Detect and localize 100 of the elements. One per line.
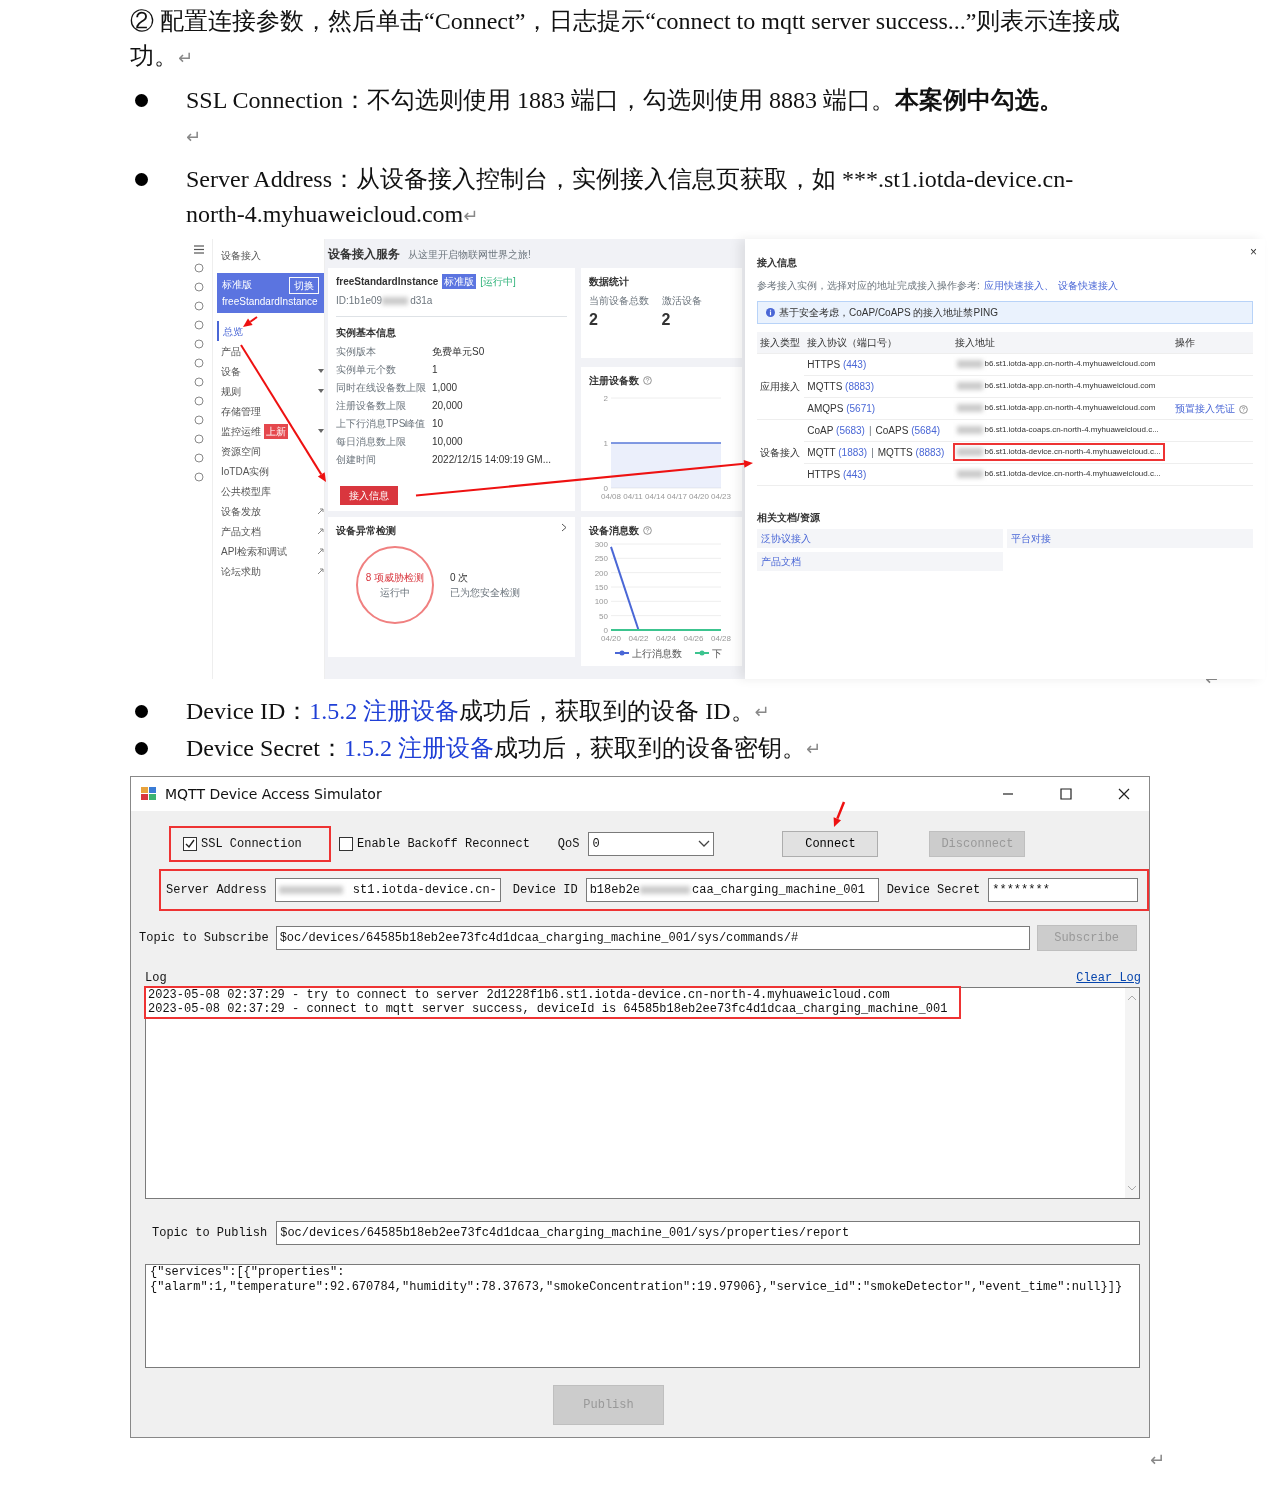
doc-link[interactable]: 产品文档 xyxy=(757,552,1003,571)
field-label: Server Address xyxy=(166,882,267,899)
field-value: 20,000 xyxy=(432,399,463,413)
sidebar-item[interactable]: IoTDA实例 xyxy=(217,461,324,481)
sidebar-item[interactable]: 规则 xyxy=(217,381,324,401)
sidebar-item[interactable]: 设备发放 xyxy=(217,501,324,521)
hint-link[interactable]: 设备快速接入 xyxy=(1057,278,1118,293)
redacted-block xyxy=(956,360,983,368)
axis-tick-label: 0 xyxy=(603,626,608,635)
instance-name: freeStandardInstance xyxy=(336,275,439,289)
field-label: Topic to Subscribe xyxy=(139,930,269,947)
nav-icon[interactable] xyxy=(193,415,204,425)
nav-icon[interactable] xyxy=(193,377,204,387)
table-cell: 设备接入 xyxy=(757,419,805,486)
axis-tick-label: 04/24 xyxy=(656,634,676,643)
new-badge: 上新 xyxy=(264,423,288,439)
id-text: d31a xyxy=(410,294,433,308)
legend-label: 上行消息数 xyxy=(632,648,682,659)
axis-tick-label: 04/17 xyxy=(667,492,687,501)
caret-icon xyxy=(318,369,324,373)
column-header: 操作 xyxy=(1171,332,1253,354)
nav-icon[interactable] xyxy=(193,472,204,482)
password-field[interactable]: ******** xyxy=(988,878,1139,902)
nav-icon[interactable] xyxy=(193,396,204,406)
field-label: 上下行消息TPS峰值 xyxy=(336,417,427,431)
chevron-icon[interactable] xyxy=(561,523,567,532)
menu-icon[interactable] xyxy=(193,245,204,254)
text-field[interactable]: st1.iotda-device.cn- xyxy=(274,878,501,902)
axis-tick-label: 250 xyxy=(594,554,608,564)
card-title: 数据统计 xyxy=(589,275,630,289)
sidebar-item[interactable]: 存储管理 xyxy=(217,401,324,421)
column-header: 接入类型 xyxy=(757,332,805,354)
stat-value: 2 xyxy=(661,310,672,330)
page-subtitle: 从这里开启物联网世界之旅! xyxy=(408,248,531,262)
protocol-text: MQTT (1883) xyxy=(807,447,868,458)
maximize-button[interactable] xyxy=(1057,786,1075,802)
field-label: 注册设备数上限 xyxy=(336,399,407,413)
checkbox[interactable]: SSL Connection xyxy=(183,835,302,853)
instance-switcher[interactable]: 标准版 切换 freeStandardInstance xyxy=(217,273,324,313)
cross-reference-link[interactable]: 1.5.2 注册设备 xyxy=(309,694,460,729)
nav-icon[interactable] xyxy=(193,320,204,330)
bullet-icon xyxy=(135,742,148,755)
sidebar-item[interactable]: 论坛求助 xyxy=(217,561,324,581)
axis-tick-label: 100 xyxy=(594,597,608,607)
nav-icon[interactable] xyxy=(193,434,204,444)
payload-line: {"services":[{"properties": xyxy=(150,1265,346,1280)
protocol-text: CoAPS (5684) xyxy=(875,425,941,436)
nav-icon[interactable] xyxy=(193,263,204,273)
switch-button[interactable]: 切换 xyxy=(289,277,319,294)
nav-icon[interactable] xyxy=(193,301,204,311)
axis-tick-label: 300 xyxy=(594,540,608,549)
action-link[interactable]: 预置接入凭证 xyxy=(1174,403,1235,414)
nav-icon[interactable] xyxy=(193,282,204,292)
separator: | xyxy=(871,447,874,458)
card-title: 设备异常检测 xyxy=(336,524,396,538)
axis-tick-label: 04/08 xyxy=(601,492,621,501)
notice-text: 基于安全考虑，CoAP/CoAPS 的接入地址禁PING xyxy=(779,306,998,320)
cross-reference-link[interactable]: 1.5.2 注册设备 xyxy=(343,731,494,766)
address-text: b6.st1.iotda-device.cn-north-4.myhuaweicloud.c... xyxy=(984,468,1161,480)
address-text: b6.st1.iotda-coaps.cn-north-4.myhuaweicloud.c... xyxy=(984,424,1159,436)
sidebar-item[interactable]: 设备 xyxy=(217,361,324,381)
help-icon xyxy=(643,526,652,535)
sidebar-item[interactable]: 产品文档 xyxy=(217,521,324,541)
axis-tick-label: 150 xyxy=(594,583,608,592)
clear-log-link[interactable]: Clear Log xyxy=(1076,969,1141,987)
axis-tick-label: 04/26 xyxy=(683,634,704,643)
help-icon xyxy=(1238,404,1248,414)
protocol-text: MQTTS (8883) xyxy=(877,447,945,458)
field-label: 实例版本 xyxy=(336,345,377,359)
field-label: Device Secret xyxy=(886,882,981,899)
paragraph: ② 配置连接参数，然后单击“Connect”，日志提示“connect to mqtt server success...”则表示连接成功。↵ xyxy=(130,7,1122,71)
nav-icon[interactable] xyxy=(193,453,204,463)
paragraph: 成功后，获取到的设备 ID。 xyxy=(459,697,755,726)
caret-icon xyxy=(318,389,324,393)
id-text: ID:1b1e09 xyxy=(336,294,383,308)
access-info-button[interactable]: 接入信息 xyxy=(340,486,398,505)
sidebar-item[interactable]: API检索和调试 xyxy=(217,541,324,561)
caret-icon xyxy=(318,429,324,433)
connect-button[interactable]: Connect xyxy=(782,831,879,857)
text-field[interactable]: b18eb2e caa_charging_machine_001 xyxy=(585,878,879,902)
nav-icon[interactable] xyxy=(193,339,204,349)
axis-tick-label: 200 xyxy=(594,568,608,578)
sidebar-title: 设备接入 xyxy=(220,248,262,263)
redacted-block xyxy=(956,404,983,412)
sidebar-item[interactable]: 监控运维 上新 xyxy=(217,421,324,441)
dropdown[interactable]: 0 xyxy=(588,832,715,856)
axis-tick-label: 04/11 xyxy=(623,492,643,501)
detection-note: 已为您安全检测 xyxy=(450,586,520,600)
sidebar-item[interactable]: 资源空间 xyxy=(217,441,324,461)
check-icon xyxy=(185,839,195,849)
ring-status: 运行中 xyxy=(380,586,410,600)
nav-icon[interactable] xyxy=(193,358,204,368)
checkbox[interactable]: Enable Backoff Reconnect xyxy=(339,835,530,853)
hint-link[interactable]: 应用快速接入、 xyxy=(983,278,1054,293)
doc-link[interactable]: 平台对接 xyxy=(1007,529,1253,548)
sidebar-item[interactable]: 公共模型库 xyxy=(217,481,324,501)
doc-link[interactable]: 泛协议接入 xyxy=(757,529,1003,548)
sidebar-item[interactable]: 产品 xyxy=(217,341,324,361)
legend-label: 下 xyxy=(712,648,722,659)
close-button[interactable]: × xyxy=(1250,243,1257,261)
